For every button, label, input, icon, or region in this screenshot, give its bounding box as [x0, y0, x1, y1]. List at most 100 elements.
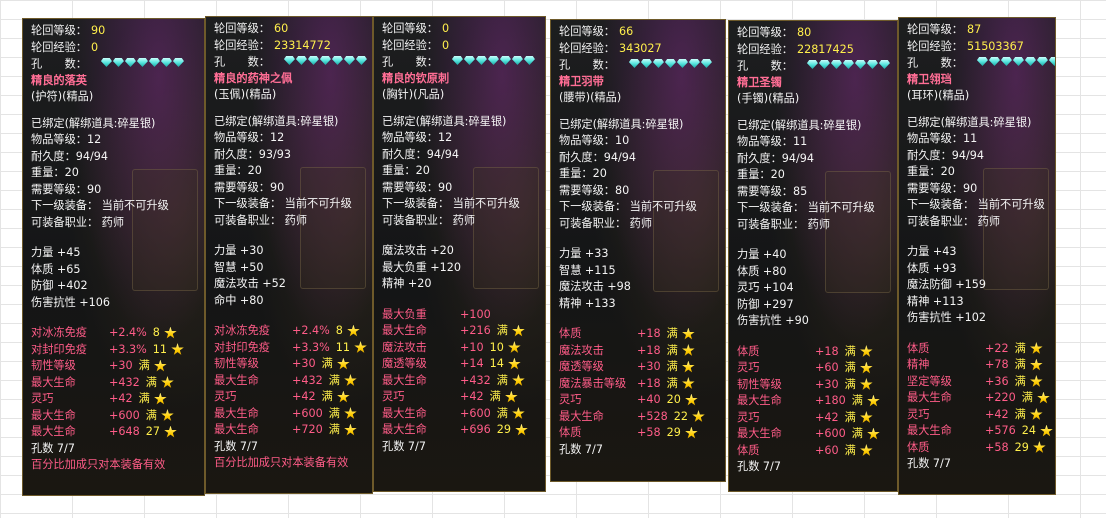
weight-label: 重量：: [31, 166, 65, 179]
affix-name: 最大生命: [214, 373, 259, 387]
next-equip-line: 下一级装备： 当前不可升级: [559, 200, 697, 213]
affix-name: 最大生命: [382, 406, 427, 420]
affix-row: 最大生命 +648 27: [31, 424, 200, 441]
affix-name: 体质: [907, 341, 930, 355]
affix-name: 灵巧: [214, 390, 237, 403]
base-stat: 智慧 +50: [214, 260, 264, 274]
affix-value: +22: [985, 341, 1009, 355]
affix-row: 对封印免疫 +3.3% 11: [214, 340, 368, 357]
durability-value: 94/94: [75, 149, 109, 163]
affix-progress: 满: [138, 359, 150, 372]
diamond-gem-icon: [830, 60, 842, 69]
star-icon: [354, 341, 367, 353]
affix-progress: 29: [496, 423, 511, 436]
diamond-gem-icon: [499, 56, 511, 65]
diamond-gem-icon: [523, 56, 535, 65]
affix-row: 最大生命 +220 满: [907, 390, 1051, 407]
item-type: (胸针)(凡品): [382, 88, 445, 101]
diamond-gem-icon: [463, 56, 475, 65]
diamond-gem-icon: [124, 58, 136, 67]
star-icon: [682, 327, 695, 340]
affix-name: 最大生命: [737, 394, 782, 407]
diamond-gem-icon: [878, 60, 890, 69]
affix-progress: 满: [1014, 407, 1026, 421]
rebirth-level-value: 66: [618, 25, 634, 38]
affix-name: 对冰冻免疫: [31, 326, 87, 339]
next-equip-line: 下一级装备： 当前不可升级: [737, 201, 875, 214]
affix-value: +216: [460, 324, 491, 337]
rebirth-exp-row: 轮回经验： 343027: [559, 41, 721, 58]
star-icon: [154, 392, 167, 405]
star-icon: [161, 409, 174, 421]
base-stat: 体质 +93: [907, 261, 957, 275]
affix-name: 最大生命: [907, 391, 952, 404]
affix-row: 灵巧 +42 满: [214, 389, 368, 406]
affix-row: 精神 +78 满: [907, 357, 1051, 374]
bound-line: 已绑定(解绑道具:碎星银): [559, 117, 684, 131]
affix-progress: 27: [145, 425, 160, 438]
rebirth-exp-row: 轮回经验： 0: [382, 38, 541, 55]
affix-row: 魔透等级 +30 满: [559, 359, 721, 376]
affix-progress: 满: [844, 361, 856, 374]
affix-name: 精神: [907, 358, 930, 371]
item-level-label: 物品等级：: [214, 131, 270, 144]
weight-row: 重量：20: [214, 163, 368, 180]
affix-progress: 8: [152, 326, 160, 339]
required-level-row: 需要等级：85: [737, 184, 893, 201]
star-icon: [867, 394, 880, 407]
required-level-label: 需要等级：: [214, 180, 270, 194]
affix-progress: 满: [844, 443, 856, 457]
holes-count-line: 孔数 7/7: [214, 439, 258, 453]
affix-value: +18: [637, 376, 661, 390]
star-icon: [505, 390, 518, 403]
tooltip-lines: 轮回等级： 90 轮回经验： 0 孔 数： 精良的落英 (护符)(精品) 已绑定(解绑道具:碎…: [31, 23, 200, 474]
tooltip-lines: 轮回等级： 87 轮回经验： 51503367 孔 数： 精卫翎珰 (耳环)(精品) 已绑定(…: [907, 22, 1055, 473]
percent-note: 百分比加成只对本装备有效: [214, 456, 349, 469]
item-level-row: 物品等级：12: [214, 130, 368, 147]
percent-note: 百分比加成只对本装备有效: [31, 458, 166, 471]
item-type: (护符)(精品): [31, 90, 94, 103]
rebirth-level-label: 轮回等级：: [559, 25, 615, 38]
next-equip-line: 下一级装备： 当前不可升级: [214, 197, 352, 210]
weight-row: 重量：20: [559, 166, 721, 183]
affix-progress: 满: [1014, 341, 1026, 355]
affix-name: 魔透等级: [382, 357, 427, 370]
rebirth-level-row: 轮回等级： 60: [214, 21, 368, 38]
affix-name: 最大生命: [214, 406, 259, 420]
diamond-gem-icon: [112, 58, 124, 67]
base-stat: 伤害抗性 +90: [737, 314, 809, 327]
affix-name: 对封印免疫: [214, 340, 270, 354]
affix-progress: 满: [496, 373, 508, 387]
affix-progress: 满: [844, 377, 856, 391]
item-level-label: 物品等级：: [907, 132, 963, 145]
diamond-gem-icon: [295, 56, 307, 65]
rebirth-level-label: 轮回等级：: [214, 22, 270, 35]
tooltip-lines: 轮回等级： 80 轮回经验： 22817425 孔 数： 精卫圣镯 (手镯)(精品) 已绑定(…: [737, 25, 893, 476]
affix-row: 魔法攻击 +10 10: [382, 340, 541, 357]
item-level-row: 物品等级：12: [31, 132, 200, 149]
weight-value: 20: [940, 165, 955, 178]
required-level-row: 需要等级：90: [214, 180, 368, 197]
gem-sockets: [628, 57, 713, 74]
affix-row: 最大生命 +720 满: [214, 422, 368, 439]
base-stat: 力量 +33: [559, 247, 609, 260]
affix-value: +60: [815, 361, 839, 374]
affix-row: 最大生命 +576 24: [907, 423, 1053, 440]
diamond-gem-icon: [487, 56, 499, 65]
affix-value: +58: [985, 440, 1009, 454]
affix-name: 最大生命: [31, 425, 76, 438]
affix-progress: 24: [1021, 424, 1036, 437]
affix-name: 魔法暴击等级: [559, 376, 627, 390]
bound-line: 已绑定(解绑道具:碎星银): [382, 114, 507, 128]
item-type: (腰带)(精品): [559, 91, 622, 104]
required-level-label: 需要等级：: [382, 180, 438, 194]
diamond-gem-icon: [319, 56, 331, 65]
job-line: 可装备职业： 药师: [737, 217, 831, 231]
durability-row: 耐久度：94/94: [31, 149, 200, 166]
required-level-row: 需要等级：90: [31, 182, 200, 199]
affix-name: 韧性等级: [31, 359, 76, 372]
affix-name: 灵巧: [737, 361, 760, 374]
star-icon: [860, 378, 873, 390]
durability-value: 94/94: [781, 151, 815, 165]
diamond-gem-icon: [628, 59, 640, 68]
